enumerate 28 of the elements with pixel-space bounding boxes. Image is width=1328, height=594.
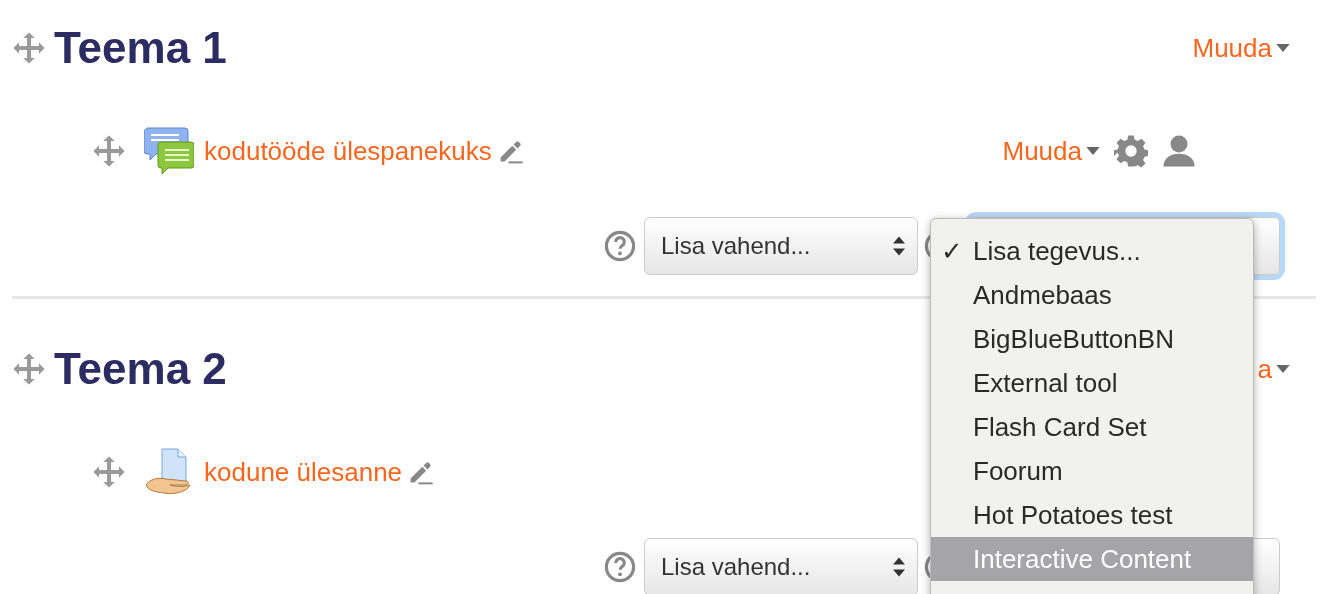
help-icon[interactable] <box>604 230 636 262</box>
section-title: Teema 2 <box>54 344 227 394</box>
updown-arrows-icon <box>893 236 905 256</box>
check-icon: ✓ <box>941 235 963 267</box>
person-icon[interactable] <box>1162 134 1196 168</box>
resource-select[interactable]: Lisa vahend... <box>644 217 918 275</box>
move-icon[interactable] <box>12 31 46 65</box>
caret-icon <box>1086 147 1100 155</box>
pencil-icon[interactable] <box>408 459 435 485</box>
menu-item[interactable]: Andmebaas <box>931 273 1253 317</box>
move-icon[interactable] <box>92 455 126 489</box>
hand-document-icon <box>144 447 194 497</box>
menu-item[interactable]: Flash Card Set <box>931 405 1253 449</box>
help-icon[interactable] <box>604 551 636 583</box>
section-title: Teema 1 <box>54 23 227 73</box>
menu-item[interactable]: ✓ Lisa tegevus... <box>931 229 1253 273</box>
menu-item[interactable]: External tool <box>931 361 1253 405</box>
move-icon[interactable] <box>12 352 46 386</box>
updown-arrows-icon <box>893 557 905 577</box>
caret-icon <box>1276 44 1290 52</box>
settings-icon[interactable] <box>1114 134 1148 168</box>
chat-bubbles-icon <box>144 126 194 176</box>
menu-item[interactable]: Hot Potatoes test <box>931 493 1253 537</box>
menu-item[interactable]: Foorum <box>931 449 1253 493</box>
move-icon[interactable] <box>92 134 126 168</box>
resource-select[interactable]: Lisa vahend... <box>644 538 918 594</box>
menu-item[interactable]: BigBlueButtonBN <box>931 317 1253 361</box>
caret-icon <box>1276 365 1290 373</box>
